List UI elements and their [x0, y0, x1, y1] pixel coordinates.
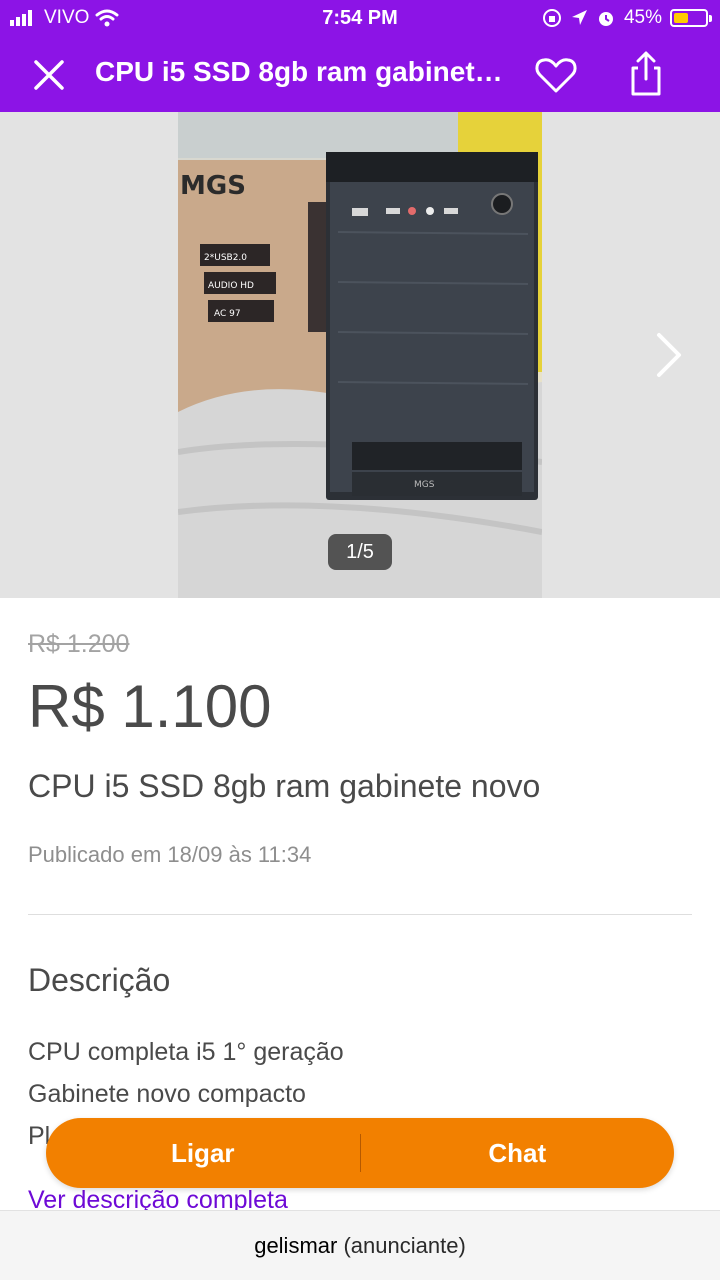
battery-level: [674, 13, 688, 23]
call-button[interactable]: Ligar: [46, 1118, 360, 1188]
seller-name: gelismar: [254, 1233, 338, 1258]
product-photo[interactable]: MGS 2*USB2.0 AUDIO HD AC 97 MGS: [178, 112, 542, 598]
ad-title: CPU i5 SSD 8gb ram gabinete novo: [28, 768, 541, 804]
action-bar: Ligar Chat: [46, 1118, 674, 1188]
box-label: AC 97: [214, 309, 241, 319]
image-counter: 1/5: [328, 534, 392, 570]
close-icon[interactable]: [28, 54, 70, 96]
box-brand-text: MGS: [180, 171, 246, 201]
description-line: CPU completa i5 1° geração: [28, 1038, 344, 1066]
header: VIVO 7:54 PM 45% CPU i5 SSD 8gb ram gabi…: [0, 0, 720, 112]
published-date: Publicado em 18/09 às 11:34: [28, 842, 312, 867]
box-label: AUDIO HD: [208, 281, 254, 291]
orientation-lock-icon: [542, 9, 561, 27]
share-icon[interactable]: [624, 51, 668, 97]
heart-icon[interactable]: [534, 53, 578, 97]
divider: [28, 914, 692, 915]
page-title: CPU i5 SSD 8gb ram gabinete novo: [95, 56, 515, 87]
app-bar: CPU i5 SSD 8gb ram gabinete novo: [0, 38, 720, 112]
product-photo-illustration: MGS 2*USB2.0 AUDIO HD AC 97 MGS: [178, 112, 542, 598]
alarm-icon: [598, 12, 613, 26]
description-heading: Descrição: [28, 962, 171, 998]
seller-role: (anunciante): [343, 1233, 466, 1258]
description-line: Gabinete novo compacto: [28, 1080, 306, 1108]
battery-icon: [670, 9, 712, 27]
chat-button[interactable]: Chat: [361, 1118, 675, 1188]
image-gallery[interactable]: MGS 2*USB2.0 AUDIO HD AC 97 MGS 1/5: [0, 112, 720, 598]
status-bar: VIVO 7:54 PM 45%: [0, 0, 720, 38]
case-brand-text: MGS: [414, 480, 435, 490]
location-icon: [571, 10, 587, 25]
seller-footer[interactable]: gelismar (anunciante): [0, 1210, 720, 1280]
chevron-right-icon[interactable]: [652, 330, 686, 380]
box-label: 2*USB2.0: [204, 253, 247, 263]
old-price: R$ 1.200: [28, 630, 130, 658]
price: R$ 1.100: [28, 673, 272, 740]
battery-percent: 45%: [623, 7, 662, 28]
